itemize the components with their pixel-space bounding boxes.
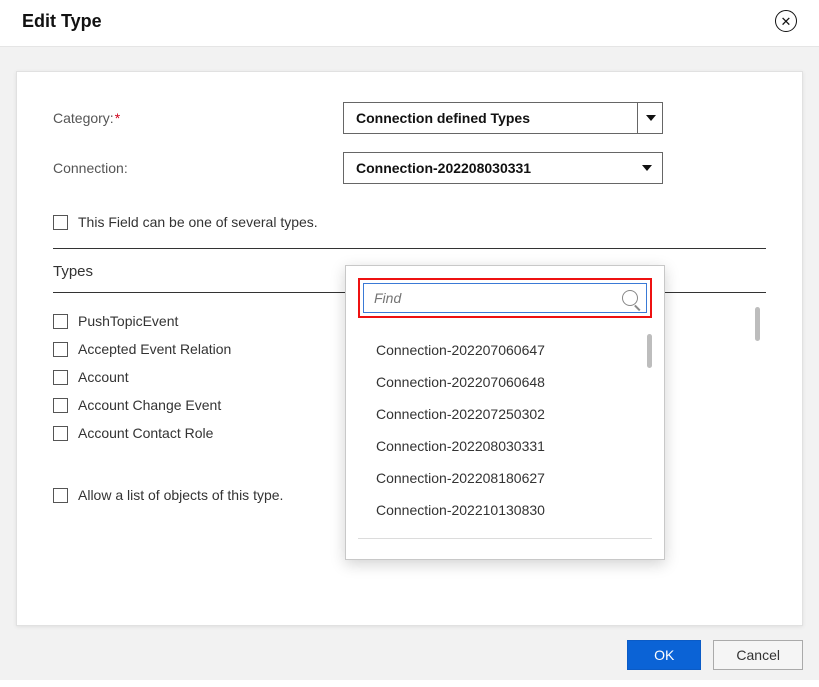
type-checkbox[interactable]	[53, 426, 68, 441]
close-icon: ✕	[781, 15, 792, 28]
connection-select[interactable]: Connection-202208030331	[343, 152, 663, 184]
cancel-button[interactable]: Cancel	[713, 640, 803, 670]
type-checkbox[interactable]	[53, 370, 68, 385]
connection-label: Connection:	[53, 160, 343, 176]
category-select-value: Connection defined Types	[356, 110, 530, 126]
allow-list-label: Allow a list of objects of this type.	[78, 487, 283, 503]
search-highlight	[358, 278, 652, 318]
close-button[interactable]: ✕	[775, 10, 797, 32]
connection-option[interactable]: Connection-202207060648	[376, 366, 634, 398]
type-checkbox[interactable]	[53, 398, 68, 413]
connection-option[interactable]: Connection-202208180627	[376, 462, 634, 494]
connection-select-value: Connection-202208030331	[356, 160, 531, 176]
types-scrollbar[interactable]	[755, 307, 760, 341]
type-label: Account Contact Role	[78, 425, 213, 441]
category-select[interactable]: Connection defined Types	[343, 102, 663, 134]
category-label: Category:*	[53, 110, 343, 126]
allow-list-checkbox[interactable]	[53, 488, 68, 503]
type-label: Account Change Event	[78, 397, 221, 413]
divider	[53, 248, 766, 249]
connection-option[interactable]: Connection-202210130830	[376, 494, 634, 526]
connection-options-list: Connection-202207060647 Connection-20220…	[358, 334, 652, 539]
connection-option[interactable]: Connection-202207250302	[376, 398, 634, 430]
chevron-down-icon	[646, 115, 656, 121]
chevron-down-icon	[642, 165, 652, 171]
connection-option[interactable]: Connection-202207060647	[376, 334, 634, 366]
dropdown-scrollbar[interactable]	[647, 334, 652, 368]
type-label: Account	[78, 369, 129, 385]
required-indicator: *	[115, 110, 120, 126]
several-types-label: This Field can be one of several types.	[78, 214, 318, 230]
dialog-title: Edit Type	[22, 11, 102, 32]
edit-type-panel: Category:* Connection defined Types Conn…	[16, 71, 803, 626]
type-label: PushTopicEvent	[78, 313, 178, 329]
ok-button[interactable]: OK	[627, 640, 701, 670]
connection-option[interactable]: Connection-202208030331	[376, 430, 634, 462]
connection-dropdown: Connection-202207060647 Connection-20220…	[345, 265, 665, 560]
several-types-checkbox-row[interactable]: This Field can be one of several types.	[53, 208, 766, 236]
type-checkbox[interactable]	[53, 314, 68, 329]
several-types-checkbox[interactable]	[53, 215, 68, 230]
type-label: Accepted Event Relation	[78, 341, 231, 357]
connection-search-input[interactable]	[372, 289, 616, 307]
search-icon	[622, 290, 638, 306]
type-checkbox[interactable]	[53, 342, 68, 357]
